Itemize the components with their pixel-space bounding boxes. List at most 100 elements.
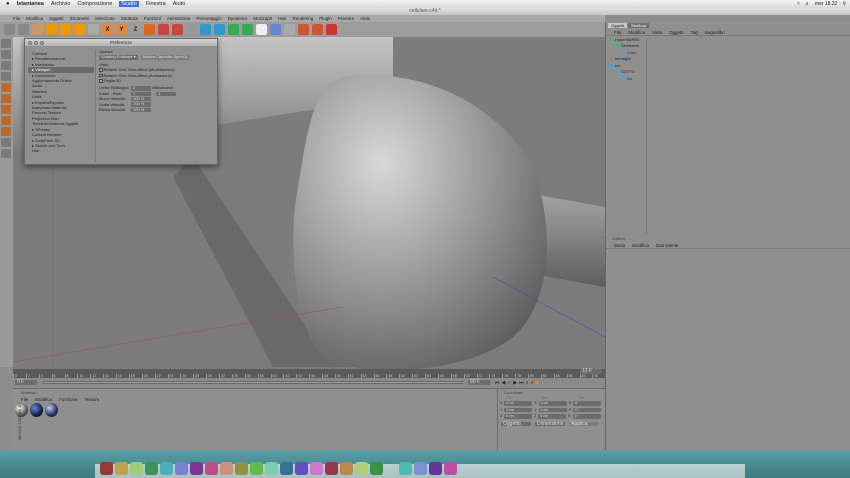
render-view-icon[interactable] <box>158 24 169 35</box>
scene-icon[interactable] <box>256 24 267 35</box>
mat-menu-item[interactable]: Modifica <box>35 397 52 402</box>
render-settings-icon[interactable] <box>186 24 197 35</box>
record-icon[interactable] <box>326 24 337 35</box>
mac-menu-scatto[interactable]: Scatto <box>119 1 139 7</box>
undo-icon[interactable] <box>4 24 15 35</box>
tab-oggetti[interactable]: Oggetti <box>608 23 627 28</box>
folder-dock-icon[interactable] <box>399 462 412 475</box>
c4d-menu-strumenti[interactable]: Strumenti <box>70 16 89 21</box>
rotate-speed-field[interactable]: 100 % <box>131 107 151 113</box>
size-select[interactable]: Dimensione <box>535 421 565 426</box>
visibility-dots-icon[interactable]: ⁚ <box>649 76 650 81</box>
c4d-menu-file[interactable]: File <box>13 16 20 21</box>
visibility-dots-icon[interactable]: ⁚ <box>649 69 650 74</box>
texture-mode-icon[interactable] <box>1 61 11 70</box>
redraw-limit-field[interactable]: 0 <box>131 86 151 91</box>
c4d-menu-mograph[interactable]: MoGraph <box>253 16 272 21</box>
om-menu-file[interactable]: File <box>614 30 621 35</box>
timeline-slider[interactable] <box>43 381 463 384</box>
select-icon[interactable] <box>32 24 43 35</box>
attr-menu-item[interactable]: Modo <box>614 243 625 248</box>
checkbox-box[interactable] <box>99 68 103 72</box>
c4d-menu-hair[interactable]: Hair <box>278 16 286 21</box>
light-icon[interactable] <box>270 24 281 35</box>
preferences-titlebar[interactable]: Preferenze <box>25 39 217 46</box>
c4d-menu-selezione[interactable]: Selezione <box>95 16 115 21</box>
coordinate-field[interactable]: 0 cm <box>538 401 567 406</box>
tab-struttura[interactable]: Struttura <box>627 23 650 28</box>
apply-button[interactable]: Applica <box>569 421 599 426</box>
vlc-dock-icon[interactable] <box>355 462 368 475</box>
render-picture-icon[interactable] <box>172 24 183 35</box>
coordinate-field[interactable]: 0 cm <box>504 414 533 419</box>
material-swatch-2[interactable] <box>30 403 43 417</box>
current-frame-field[interactable]: 12 F <box>580 369 602 374</box>
object-mode-icon[interactable] <box>1 50 11 59</box>
generator-icon[interactable] <box>228 24 239 35</box>
workplane-icon[interactable] <box>1 138 11 147</box>
coordinate-field[interactable]: 0 cm <box>538 407 567 412</box>
pref-category[interactable]: Hair <box>28 148 94 153</box>
goto-start-icon[interactable]: ⏮ <box>495 380 500 386</box>
firefox-dock-icon[interactable] <box>160 462 173 475</box>
om-menu-modifica[interactable]: Modifica <box>628 30 645 35</box>
downloads-dock-icon[interactable] <box>429 462 442 475</box>
mac-menu-aiuto[interactable]: Aiuto <box>173 1 186 7</box>
apple-icon[interactable]: ● <box>6 1 10 7</box>
shading-select[interactable]: Shading Software ▾ <box>99 54 138 60</box>
attr-menu-item[interactable]: Modifica <box>632 243 649 248</box>
move-icon[interactable] <box>46 24 57 35</box>
end-frame-field[interactable]: 90 F <box>468 380 490 385</box>
safari-dock-icon[interactable] <box>145 462 158 475</box>
calendar-dock-icon[interactable] <box>220 462 233 475</box>
opengl-capabilities-button[interactable]: Mostra Capacità OpenGL <box>140 55 191 60</box>
photoshop-dock-icon[interactable] <box>310 462 323 475</box>
minimize-button[interactable] <box>34 40 38 45</box>
c4d-menu-plugin[interactable]: Plugin <box>319 16 332 21</box>
scale-icon[interactable] <box>60 24 71 35</box>
bone-icon[interactable] <box>312 24 323 35</box>
zoom-button[interactable] <box>40 40 44 45</box>
finder-dock-icon[interactable] <box>100 462 113 475</box>
c4d-menu-dynamics[interactable]: Dynamics <box>228 16 248 21</box>
terminal-dock-icon[interactable] <box>265 462 278 475</box>
om-menu-segnalibri[interactable]: Segnalibri <box>705 30 725 35</box>
illustrator-dock-icon[interactable] <box>325 462 338 475</box>
app-store-dock-icon[interactable] <box>370 462 383 475</box>
c4d-menu-animazione[interactable]: Animazione <box>167 16 191 21</box>
solo-icon[interactable] <box>1 149 11 158</box>
coordinate-field[interactable]: 0 cm <box>538 414 567 419</box>
object-row[interactable]: tvo ⁚ <box>606 75 850 82</box>
play-icon[interactable]: ▶ <box>507 380 511 386</box>
nurbs-icon[interactable] <box>214 24 225 35</box>
trash-dock-icon[interactable] <box>444 462 457 475</box>
photos-dock-icon[interactable] <box>235 462 248 475</box>
coordinate-field[interactable]: 0 ° <box>572 414 601 419</box>
polygons-mode-icon[interactable] <box>1 105 11 114</box>
acrobat-dock-icon[interactable] <box>295 462 308 475</box>
c4d-menu-rendering[interactable]: Rendering <box>292 16 313 21</box>
editor-pixel-field-2[interactable]: 1 <box>156 91 177 97</box>
keyframe-icon[interactable]: ■ <box>536 380 539 386</box>
snap-icon[interactable] <box>1 127 11 136</box>
clock[interactable]: mer 18.32 <box>815 1 838 7</box>
mac-menu-composizione[interactable]: Composizione <box>77 1 112 7</box>
joint-icon[interactable] <box>298 24 309 35</box>
coordinate-field[interactable]: 0 ° <box>573 401 602 406</box>
attr-menu-item[interactable]: Dati Utente <box>656 243 679 248</box>
c4d-menu-aiuto[interactable]: Aiuto <box>360 16 370 21</box>
axis-mode-icon[interactable] <box>1 72 11 81</box>
om-menu-tag[interactable]: Tag <box>690 30 697 35</box>
mac-menu-archivio[interactable]: Archivio <box>51 1 71 7</box>
cinema4d-dock-icon[interactable] <box>250 462 263 475</box>
c4d-menu-personaggio[interactable]: Personaggio <box>196 16 221 21</box>
mode-select[interactable]: Oggetto <box>501 421 531 426</box>
checkbox-box[interactable] <box>99 79 103 83</box>
tweak-mode-icon[interactable] <box>1 116 11 125</box>
system-prefs-dock-icon[interactable] <box>130 462 143 475</box>
autokey-icon[interactable]: ● <box>531 380 534 386</box>
timeline-ruler[interactable]: 0 2 4 6 8 10 12 14 16 18 20 22 24 26 28 30 32 34 36 38 40 42 4… <box>13 369 605 378</box>
z-axis-icon[interactable]: Z <box>130 24 141 35</box>
edges-mode-icon[interactable] <box>1 94 11 103</box>
mac-menu-istantanea[interactable]: Istantanea <box>17 1 44 7</box>
